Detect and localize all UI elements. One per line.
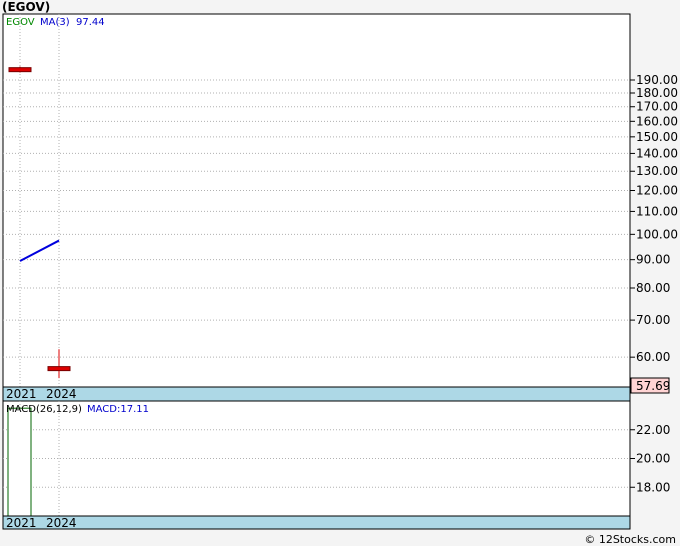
price-axis: 190.00180.00170.00160.00 150.00 140.00 130.… [630, 73, 678, 364]
macd-value-legend: MACD:17.11 [87, 404, 149, 415]
macd-year-2024: 2024 [46, 516, 77, 530]
macd-year-2021: 2021 [6, 516, 37, 530]
price-tick-label: 80.00 [636, 281, 670, 295]
price-panel [2, 13, 631, 388]
price-tick-label: 150.00 [636, 130, 678, 144]
price-tick-label: 110.00 [636, 204, 678, 218]
macd-tick-label: 20.00 [636, 452, 670, 466]
footer-credit: © 12Stocks.com [584, 533, 676, 546]
price-tick-label: 60.00 [636, 350, 670, 364]
price-tick-label: 170.00 [636, 100, 678, 114]
macd-axis: 22.00 20.00 18.00 [630, 423, 670, 494]
macd-marks [7, 407, 32, 517]
price-tick-label: 70.00 [636, 313, 670, 327]
price-tick-label: 180.00 [636, 86, 678, 100]
price-tick-label: 160.00 [636, 114, 678, 128]
price-year-2024: 2024 [46, 387, 77, 401]
macd-bar-2021 [7, 407, 32, 517]
macd-year-strip [2, 515, 631, 530]
price-tick-label: 120.00 [636, 183, 678, 197]
candle-body-2021 [8, 67, 32, 73]
price-tick-label: 90.00 [636, 253, 670, 267]
legend-ma: MA(3) [40, 17, 70, 28]
price-year-2021: 2021 [6, 387, 37, 401]
candle-body-2024 [47, 366, 71, 372]
price-tick-label: 100.00 [636, 227, 678, 241]
macd-tick-label: 22.00 [636, 423, 670, 437]
price-tick-label: 140.00 [636, 146, 678, 160]
chart-svg: 190.00180.00170.00160.00 150.00 140.00 130.… [2, 13, 678, 530]
price-tick-label: 190.00 [636, 73, 678, 87]
legend-ma-value: 97.44 [76, 17, 105, 28]
legend-ticker: EGOV [6, 17, 35, 28]
last-price-label: 57.69 [636, 379, 670, 393]
price-tick-label: 130.00 [636, 164, 678, 178]
macd-panel [2, 400, 631, 517]
macd-tick-label: 18.00 [636, 480, 670, 494]
macd-legend: MACD(26,12,9) [6, 404, 82, 415]
price-year-strip [2, 386, 631, 402]
